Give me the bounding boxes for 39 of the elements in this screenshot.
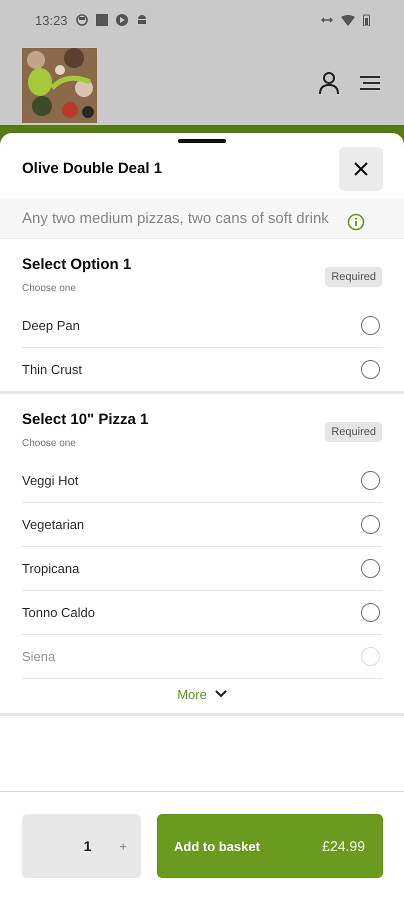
more-button[interactable]: More <box>177 686 207 702</box>
account-icon <box>318 70 340 94</box>
drag-handle[interactable] <box>178 139 226 143</box>
section-title: Select 10" Pizza 1 <box>22 411 150 428</box>
battery-icon <box>363 14 370 26</box>
section-title: Select Option 1 <box>22 256 132 273</box>
square-icon <box>96 14 108 26</box>
radio-button[interactable] <box>361 559 380 578</box>
info-icon[interactable] <box>347 213 365 231</box>
link-icon <box>321 15 333 25</box>
radio-button[interactable] <box>361 603 380 622</box>
close-button[interactable] <box>339 146 383 190</box>
option-label: Tonno Caldo <box>22 605 96 620</box>
option-label: Thin Crust <box>22 362 83 377</box>
menu-icon[interactable] <box>360 74 380 90</box>
wifi-icon <box>341 14 355 26</box>
section-hint: Choose one <box>22 283 77 294</box>
option-label: Veggi Hot <box>22 473 80 488</box>
close-icon <box>354 162 368 176</box>
option-label: Vegetarian <box>22 517 86 532</box>
price-label: £24.99 <box>322 838 365 854</box>
option-label: Tropicana <box>22 561 80 576</box>
add-to-basket-button[interactable]: Add to basket £24.99 <box>157 814 383 878</box>
deal-description: Any two medium pizzas, two cans of soft drink <box>22 209 330 228</box>
radio-button[interactable] <box>361 316 380 335</box>
option-label: Siena <box>22 649 56 664</box>
required-badge: Required <box>325 422 382 442</box>
play-icon <box>116 14 128 26</box>
chevron-down-icon <box>214 690 227 698</box>
quantity-value: 1 <box>84 838 92 854</box>
sheet-title: Olive Double Deal 1 <box>22 160 164 177</box>
option-label: Deep Pan <box>22 318 81 333</box>
radio-button[interactable] <box>361 360 380 379</box>
required-badge: Required <box>325 267 382 287</box>
radio-button[interactable] <box>361 515 380 534</box>
increase-button[interactable]: + <box>119 838 127 854</box>
section-hint: Choose one <box>22 438 77 449</box>
radio-button[interactable] <box>361 471 380 490</box>
status-time: 13:23 <box>35 12 68 28</box>
